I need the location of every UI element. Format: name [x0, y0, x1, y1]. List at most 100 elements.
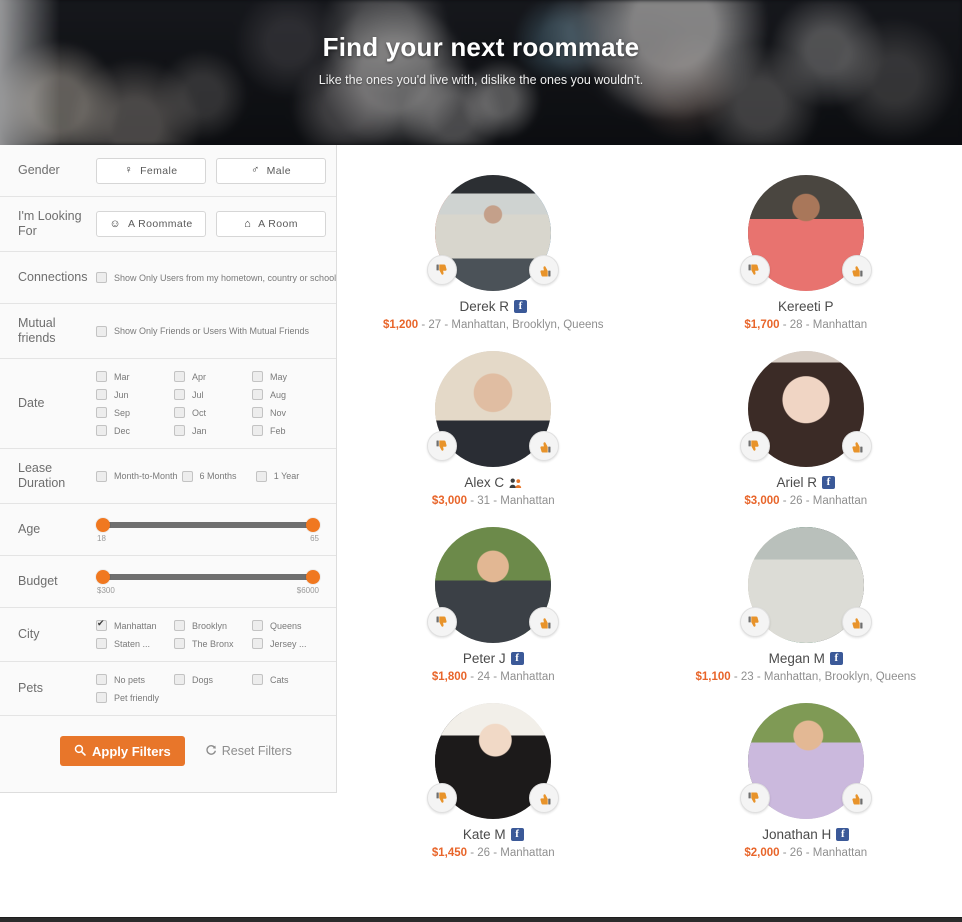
lease-option-month-to-month[interactable]: Month-to-Month — [96, 470, 178, 482]
date-checkbox-sep[interactable] — [96, 407, 107, 418]
thumbs-down-button[interactable] — [739, 431, 770, 461]
date-option-jun[interactable]: Jun — [96, 389, 170, 400]
budget-slider-handle-max[interactable] — [306, 570, 320, 584]
connections-checkbox-row[interactable]: Show Only Users from my hometown, countr… — [96, 272, 336, 283]
facebook-icon[interactable]: f — [510, 828, 524, 841]
date-option-apr[interactable]: Apr — [174, 371, 248, 382]
date-option-jul[interactable]: Jul — [174, 389, 248, 400]
age-slider-handle-min[interactable] — [96, 518, 110, 532]
facebook-icon[interactable]: f — [829, 652, 843, 665]
date-checkbox-jan[interactable] — [174, 425, 185, 436]
profile-card[interactable]: Jonathan H f $2,000 - 26 - Manhattan — [650, 703, 962, 859]
profile-card[interactable]: Derek R f $1,200 - 27 - Manhattan, Brookly… — [337, 175, 650, 331]
budget-slider-handle-min[interactable] — [96, 570, 110, 584]
facebook-icon[interactable]: f — [514, 300, 527, 313]
facebook-icon[interactable]: f — [510, 652, 524, 665]
date-option-aug[interactable]: Aug — [252, 389, 326, 400]
gender-female-button[interactable]: ♀ Female — [96, 157, 206, 184]
date-option-may[interactable]: May — [252, 371, 326, 382]
looking-for-roommate-button[interactable]: ☺ A Roommate — [96, 211, 206, 237]
facebook-icon[interactable]: f — [836, 828, 850, 841]
date-checkbox-oct[interactable] — [174, 407, 185, 418]
thumbs-up-button[interactable] — [529, 255, 560, 285]
age-slider-track[interactable] — [102, 522, 314, 528]
pets-checkbox-cats[interactable] — [252, 674, 263, 685]
connections-checkbox[interactable] — [96, 272, 107, 283]
reset-filters-button[interactable]: Reset Filters — [199, 743, 298, 760]
thumbs-up-button[interactable] — [841, 431, 872, 461]
date-option-sep[interactable]: Sep — [96, 407, 170, 418]
thumbs-up-button[interactable] — [529, 783, 560, 813]
profile-card[interactable]: Kate M f $1,450 - 26 - Manhattan — [337, 703, 650, 859]
date-option-oct[interactable]: Oct — [174, 407, 248, 418]
date-option-feb[interactable]: Feb — [252, 425, 326, 436]
date-checkbox-nov[interactable] — [252, 407, 263, 418]
date-checkbox-may[interactable] — [252, 371, 263, 382]
age-slider-handle-max[interactable] — [306, 518, 320, 532]
age-range-slider[interactable] — [96, 518, 320, 532]
date-option-nov[interactable]: Nov — [252, 407, 326, 418]
thumbs-down-button[interactable] — [739, 255, 770, 285]
city-option-staten[interactable]: Staten ... — [96, 638, 170, 649]
pets-option-dogs[interactable]: Dogs — [174, 674, 248, 685]
profile-card[interactable]: Megan M f $1,100 - 23 - Manhattan, Brookly… — [650, 527, 962, 683]
city-option-manhattan[interactable]: Manhattan — [96, 618, 170, 631]
profile-card[interactable]: Alex C $3,000 - 31 - Manhattan — [337, 351, 650, 507]
profile-card[interactable]: Ariel R f $3,000 - 26 - Manhattan — [650, 351, 962, 507]
date-checkbox-feb[interactable] — [252, 425, 263, 436]
apply-filters-button[interactable]: Apply Filters — [60, 736, 185, 766]
lease-checkbox-month-to-month[interactable] — [96, 470, 107, 482]
budget-range-slider[interactable] — [96, 570, 320, 584]
age-max-value: 65 — [310, 534, 319, 543]
lease-checkbox-6-months[interactable] — [181, 470, 193, 482]
lease-option-6-months[interactable]: 6 Months — [181, 470, 252, 482]
thumbs-up-button[interactable] — [529, 607, 560, 637]
thumbs-down-button[interactable] — [739, 783, 770, 813]
lease-checkbox-1-year[interactable] — [255, 470, 267, 482]
pets-label-pet-friendly: Pet friendly — [114, 692, 160, 703]
pets-option-no-pets[interactable]: No pets — [96, 674, 170, 685]
mutual-friends-checkbox-row[interactable]: Show Only Friends or Users With Mutual F… — [96, 325, 326, 337]
thumbs-up-button[interactable] — [841, 255, 872, 285]
gender-male-button[interactable]: ♂ Male — [216, 157, 326, 184]
date-label-feb: Feb — [270, 425, 286, 436]
pets-checkbox-pet-friendly[interactable] — [96, 692, 107, 703]
date-option-jan[interactable]: Jan — [174, 425, 248, 436]
date-checkbox-jul[interactable] — [174, 389, 185, 400]
city-checkbox-the-bronx[interactable] — [174, 638, 185, 649]
looking-for-room-button[interactable]: ⌂ A Room — [216, 211, 326, 237]
city-checkbox-brooklyn[interactable] — [174, 620, 185, 631]
thumbs-up-button[interactable] — [841, 783, 872, 813]
lease-option-1-year[interactable]: 1 Year — [255, 470, 326, 482]
city-checkbox-queens[interactable] — [252, 620, 263, 631]
date-checkbox-aug[interactable] — [252, 389, 263, 400]
date-checkbox-mar[interactable] — [96, 371, 107, 382]
city-checkbox-jersey[interactable] — [252, 638, 263, 649]
date-checkbox-jun[interactable] — [96, 389, 107, 400]
city-option-the-bronx[interactable]: The Bronx — [174, 638, 248, 649]
city-checkbox-manhattan[interactable] — [96, 618, 107, 631]
pets-option-pet-friendly[interactable]: Pet friendly — [96, 692, 170, 703]
budget-slider-track[interactable] — [102, 574, 314, 580]
date-checkbox-dec[interactable] — [96, 425, 107, 436]
profile-age-location: - 26 - Manhattan — [467, 847, 555, 859]
profile-card[interactable]: Kereeti P $1,700 - 28 - Manhattan — [650, 175, 962, 331]
profile-card[interactable]: Peter J f $1,800 - 24 - Manhattan — [337, 527, 650, 683]
city-checkbox-staten[interactable] — [96, 638, 107, 649]
thumbs-up-button[interactable] — [841, 607, 872, 637]
pets-option-cats[interactable]: Cats — [252, 674, 326, 685]
profile-price: $1,800 — [431, 671, 468, 683]
city-option-queens[interactable]: Queens — [252, 620, 326, 631]
mutual-friends-checkbox[interactable] — [96, 325, 107, 337]
pets-checkbox-dogs[interactable] — [174, 674, 185, 685]
thumbs-down-button[interactable] — [739, 607, 770, 637]
city-option-jersey[interactable]: Jersey ... — [252, 638, 326, 649]
mutual-friends-icon[interactable] — [509, 477, 522, 489]
thumbs-up-button[interactable] — [529, 431, 560, 461]
date-option-dec[interactable]: Dec — [96, 425, 170, 436]
facebook-icon[interactable]: f — [822, 476, 835, 489]
date-option-mar[interactable]: Mar — [96, 371, 170, 382]
pets-checkbox-no-pets[interactable] — [96, 674, 107, 685]
city-option-brooklyn[interactable]: Brooklyn — [174, 620, 248, 631]
date-checkbox-apr[interactable] — [174, 371, 185, 382]
